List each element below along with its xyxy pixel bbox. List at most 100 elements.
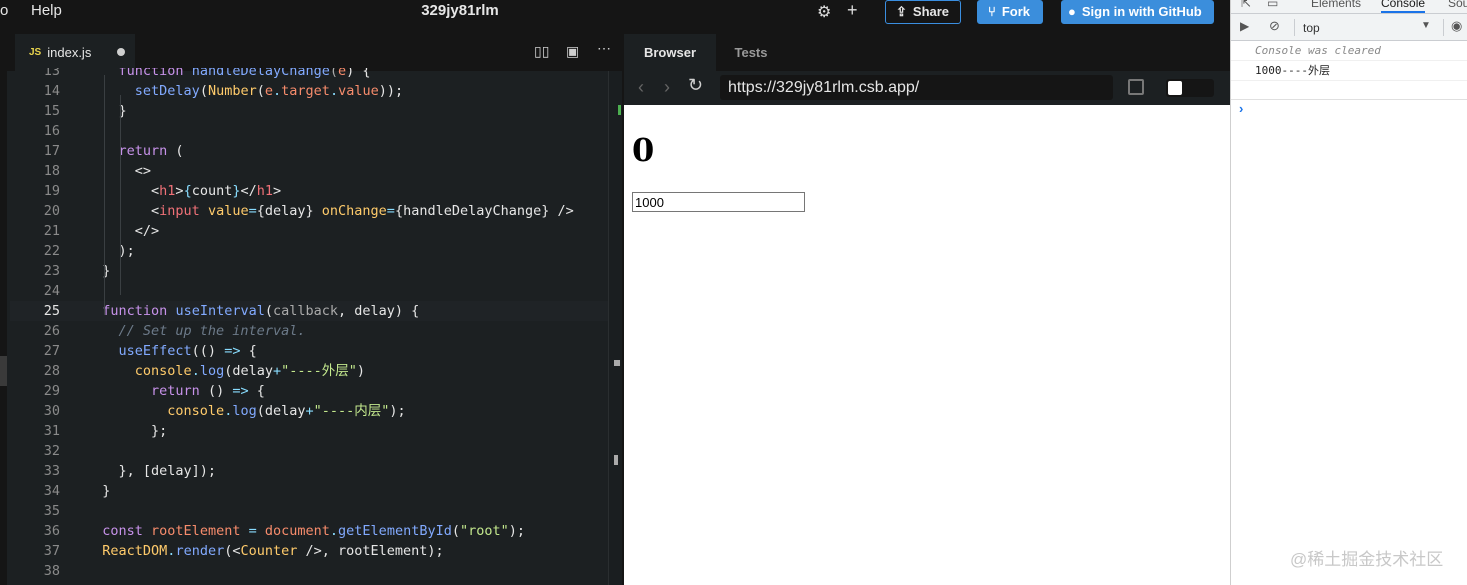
line-number: 16 (43, 123, 60, 139)
indent-guide (120, 95, 121, 295)
share-icon: ⇪ (896, 4, 907, 19)
code-line[interactable]: 20 <input value={delay} onChange={handle… (10, 201, 608, 221)
line-number: 14 (43, 83, 60, 99)
line-number: 18 (43, 163, 60, 179)
delay-input[interactable] (632, 192, 805, 212)
split-view-icon[interactable]: ▯▯ (534, 43, 549, 60)
fork-label: Fork (1001, 4, 1030, 19)
line-number: 37 (43, 543, 60, 559)
count-heading: 0 (632, 131, 655, 169)
code-text: <h1>{count}</h1> (86, 183, 282, 199)
scroll-marker-b (614, 455, 618, 465)
code-line[interactable]: 21 </> (10, 221, 608, 241)
devtools-panel: ⇱ ▭ Elements Console Sou ▶ ⊘ top ▼ ◉ Con… (1230, 0, 1467, 585)
gear-icon[interactable]: ⚙ (817, 2, 831, 22)
console-toolbar: ▶ ⊘ top ▼ ◉ (1231, 14, 1467, 41)
code-line[interactable]: 33 }, [delay]); (10, 461, 608, 481)
code-line[interactable]: 18 <> (10, 161, 608, 181)
open-new-window-icon[interactable] (1128, 79, 1144, 95)
github-signin-button[interactable]: ● Sign in with GitHub (1061, 0, 1214, 24)
sidebar-toggle-icon[interactable]: ▶ (1240, 19, 1249, 33)
watermark: @稀土掘金技术社区 (1290, 550, 1444, 569)
device-icon[interactable]: ▭ (1267, 0, 1278, 10)
code-line[interactable]: 14 setDelay(Number(e.target.value)); (10, 81, 608, 101)
line-number: 34 (43, 483, 60, 499)
code-line[interactable]: 25 function useInterval(callback, delay)… (10, 301, 608, 321)
reload-icon[interactable]: ↻ (688, 75, 703, 96)
code-line[interactable]: 22 ); (10, 241, 608, 261)
eye-icon[interactable]: ◉ (1451, 18, 1462, 34)
line-number: 22 (43, 243, 60, 259)
code-line[interactable]: 32 (10, 441, 608, 461)
context-selector[interactable]: top (1303, 21, 1320, 35)
line-number: 29 (43, 383, 60, 399)
back-icon[interactable]: ‹ (638, 77, 644, 98)
code-line[interactable]: 23 } (10, 261, 608, 281)
inspect-icon[interactable]: ⇱ (1241, 0, 1251, 10)
code-area[interactable]: 13 function handleDelayChange(e) {14 set… (10, 68, 608, 582)
code-line[interactable]: 30 console.log(delay+"----内层"); (10, 401, 608, 421)
github-label: Sign in with GitHub (1081, 4, 1202, 19)
share-button[interactable]: ⇪ Share (885, 0, 961, 24)
preview-browser: Browser Tests ‹ › ↻ https://329jy81rlm.c… (624, 34, 1230, 585)
code-line[interactable]: 34 } (10, 481, 608, 501)
line-number: 27 (43, 343, 60, 359)
tab-sources[interactable]: Sou (1448, 0, 1467, 10)
strip-marker (0, 356, 7, 386)
tab-index-js[interactable]: JS index.js (15, 34, 135, 71)
clear-console-icon[interactable]: ⊘ (1269, 18, 1280, 34)
code-line[interactable]: 37 ReactDOM.render(<Counter />, rootElem… (10, 541, 608, 561)
more-icon[interactable]: ⋯ (597, 40, 611, 57)
code-line[interactable]: 31 }; (10, 421, 608, 441)
line-number: 31 (43, 423, 60, 439)
code-text: } (86, 483, 111, 499)
line-number: 15 (43, 103, 60, 119)
chevron-down-icon[interactable]: ▼ (1421, 20, 1431, 31)
share-label: Share (912, 4, 950, 19)
forward-icon[interactable]: › (664, 77, 670, 98)
line-number: 17 (43, 143, 60, 159)
code-text: }; (86, 423, 168, 439)
tab-console[interactable]: Console (1381, 0, 1426, 13)
tab-browser[interactable]: Browser (624, 34, 716, 71)
code-line[interactable]: 29 return () => { (10, 381, 608, 401)
code-line[interactable]: 15 } (10, 101, 608, 121)
code-line[interactable]: 19 <h1>{count}</h1> (10, 181, 608, 201)
unsaved-dot-icon (117, 48, 125, 56)
sandbox-title: 329jy81rlm (421, 2, 499, 19)
fork-button[interactable]: ⑂ Fork (977, 0, 1043, 24)
code-line[interactable]: 36 const rootElement = document.getEleme… (10, 521, 608, 541)
code-text: <input value={delay} onChange={handleDel… (86, 203, 574, 219)
code-line[interactable]: 13 function handleDelayChange(e) { (10, 68, 608, 81)
code-line[interactable]: 17 return ( (10, 141, 608, 161)
code-text: const rootElement = document.getElementB… (102, 523, 526, 539)
devtools-toggle[interactable] (1166, 79, 1214, 97)
code-text: console.log(delay+"----外层") (134, 363, 366, 379)
code-line[interactable]: 35 (10, 501, 608, 521)
code-text: ); (86, 243, 135, 259)
code-line[interactable]: 16 (10, 121, 608, 141)
code-line[interactable]: 24 (10, 281, 608, 301)
code-line[interactable]: 28 console.log(delay+"----外层") (10, 361, 608, 381)
code-line[interactable]: 38 (10, 561, 608, 581)
code-line[interactable]: 26 // Set up the interval. (10, 321, 608, 341)
url-field[interactable]: https://329jy81rlm.csb.app/ (720, 75, 1113, 100)
preview-icon[interactable]: ▣ (566, 43, 579, 60)
line-number: 25 (43, 303, 60, 319)
plus-icon[interactable]: + (847, 0, 858, 21)
code-text: setDelay(Number(e.target.value)); (134, 83, 404, 99)
indent-guide (104, 75, 105, 315)
tab-file-name: index.js (47, 45, 92, 60)
tab-tests[interactable]: Tests (716, 34, 786, 71)
code-text: } (86, 263, 111, 279)
code-line[interactable]: 27 useEffect(() => { (10, 341, 608, 361)
devtools-tabs: ⇱ ▭ Elements Console Sou (1231, 0, 1467, 14)
tab-elements[interactable]: Elements (1311, 0, 1361, 10)
line-number: 13 (43, 68, 60, 79)
line-number: 23 (43, 263, 60, 279)
editor-scrollbar[interactable] (608, 71, 622, 585)
code-text: <> (86, 163, 152, 179)
code-text: </> (86, 223, 160, 239)
line-number: 32 (43, 443, 60, 459)
console-prompt-icon[interactable]: › (1239, 101, 1243, 116)
